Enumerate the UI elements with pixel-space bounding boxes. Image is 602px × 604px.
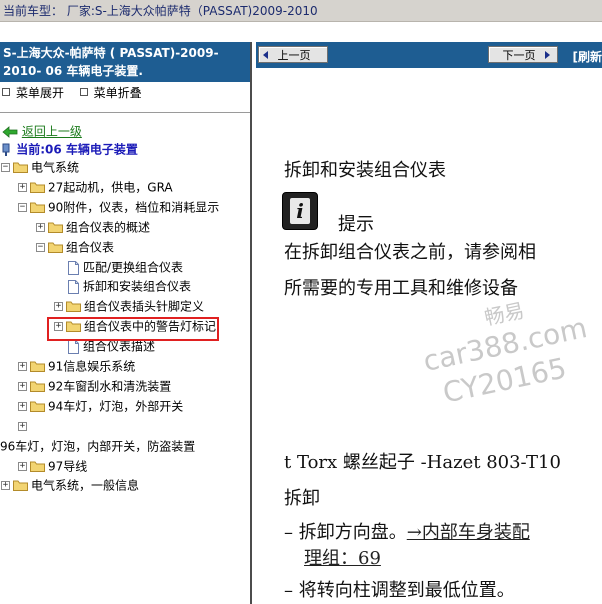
- menu-controls: 菜单展开 菜单折叠: [0, 82, 250, 104]
- tree-item-label: 96车灯，灯泡，内部开关，防盗装置: [0, 439, 196, 454]
- tree-item-label: 91信息娱乐系统: [48, 359, 136, 374]
- selected-item-highlight: [47, 317, 219, 341]
- expand-toggle-icon[interactable]: +: [18, 183, 27, 192]
- back-link-label: 返回上一级: [21, 124, 82, 139]
- next-arrow-icon: [545, 51, 550, 59]
- tree-item-label: 电气系统: [31, 160, 80, 175]
- next-page-button[interactable]: 下一页: [488, 46, 558, 63]
- current-vehicle-text: 当前车型： 厂家:S-上海大众帕萨特（PASSAT)2009-2010: [3, 4, 318, 18]
- panel-header: S-上海大众-帕萨特 ( PASSAT)-2009-2010- 06 车辆电子装…: [0, 42, 250, 82]
- folder-icon: [30, 361, 45, 372]
- step-1-link[interactable]: →内部车身装配: [407, 522, 530, 543]
- back-link[interactable]: 返回上一级: [2, 122, 82, 140]
- folder-icon: [13, 162, 28, 173]
- menu-expand-button[interactable]: 菜单展开: [16, 86, 64, 100]
- tree-item[interactable]: 拆卸和安装组合仪表: [54, 277, 191, 295]
- tip-label: 提示: [338, 214, 374, 235]
- expand-icon: [2, 88, 10, 96]
- expand-toggle-icon[interactable]: +: [18, 422, 27, 431]
- menu-collapse-button[interactable]: 菜单折叠: [94, 86, 142, 100]
- tree-item[interactable]: − 电气系统: [1, 158, 79, 176]
- tree-item[interactable]: + 电气系统，一般信息: [1, 476, 139, 494]
- prev-arrow-icon: [263, 51, 268, 59]
- document-icon: [68, 260, 79, 275]
- expand-toggle-icon[interactable]: +: [18, 362, 27, 371]
- tree-item[interactable]: +94车灯，灯泡，外部开关: [18, 397, 183, 415]
- tree-item-label: 90附件，仪表，档位和消耗显示: [48, 200, 220, 215]
- tree-item-label: 组合仪表插头针脚定义: [84, 299, 205, 314]
- folder-icon: [30, 202, 45, 213]
- tree-item-label: 97导线: [48, 459, 88, 474]
- tree-item-label: 匹配/更换组合仪表: [83, 260, 184, 275]
- current-node: 当前:06 车辆电子装置: [0, 140, 138, 158]
- vehicle-info-bar: 当前车型： 厂家:S-上海大众帕萨特（PASSAT)2009-2010: [0, 0, 602, 22]
- content-panel: 上一页 下一页 [刷新 拆卸和安装组合仪表 i 提示 在拆卸组合仪表之前，请参阅…: [256, 42, 602, 604]
- tree-item[interactable]: + 组合仪表插头针脚定义: [54, 297, 204, 315]
- tree-item[interactable]: − 90附件，仪表，档位和消耗显示: [18, 198, 219, 216]
- navigation-panel: S-上海大众-帕萨特 ( PASSAT)-2009-2010- 06 车辆电子装…: [0, 42, 252, 604]
- collapse-toggle-icon[interactable]: −: [36, 243, 45, 252]
- tree-item[interactable]: +: [18, 417, 28, 435]
- info-icon: i: [282, 192, 318, 230]
- step-1-text: – 拆卸方向盘。: [284, 522, 407, 543]
- divider: [0, 112, 250, 113]
- expand-toggle-icon[interactable]: +: [18, 382, 27, 391]
- back-arrow-icon: [2, 125, 18, 138]
- pin-icon: [2, 143, 10, 156]
- folder-icon: [30, 381, 45, 392]
- refresh-button[interactable]: [刷新: [573, 48, 602, 65]
- step-2: – 将转向柱调整到最低位置。: [284, 580, 515, 601]
- tree-item[interactable]: − 组合仪表: [36, 238, 114, 256]
- expand-toggle-icon[interactable]: +: [18, 462, 27, 471]
- tree-item[interactable]: +97导线: [18, 457, 87, 475]
- document-icon: [68, 279, 79, 294]
- folder-icon: [30, 182, 45, 193]
- tip-line-2: 所需要的专用工具和维修设备: [284, 278, 518, 299]
- prev-page-button[interactable]: 上一页: [258, 46, 328, 63]
- tree-item-label: 27起动机，供电，GRA: [48, 180, 173, 195]
- step-1-link-2[interactable]: 理组：69: [304, 548, 381, 569]
- folder-icon: [66, 301, 81, 312]
- tree-item[interactable]: 96车灯，灯泡，内部开关，防盗装置: [0, 437, 195, 455]
- tree-item-label: 组合仪表的概述: [66, 220, 151, 235]
- tree-item-label: 拆卸和安装组合仪表: [83, 279, 192, 294]
- tree-item[interactable]: +27起动机，供电，GRA: [18, 178, 173, 196]
- expand-toggle-icon[interactable]: +: [1, 481, 10, 490]
- collapse-icon: [79, 88, 88, 96]
- collapse-toggle-icon[interactable]: −: [1, 163, 10, 172]
- tree-item[interactable]: + 组合仪表的概述: [36, 218, 150, 236]
- expand-toggle-icon[interactable]: +: [54, 302, 63, 311]
- section-remove: 拆卸: [284, 488, 320, 509]
- folder-icon: [13, 480, 28, 491]
- folder-icon: [30, 461, 45, 472]
- tree-item[interactable]: +92车窗刮水和清洗装置: [18, 377, 171, 395]
- doc-title: 拆卸和安装组合仪表: [284, 160, 446, 181]
- folder-icon: [48, 242, 63, 253]
- tree-item[interactable]: +91信息娱乐系统: [18, 357, 135, 375]
- tree-item-label: 电气系统，一般信息: [31, 478, 140, 493]
- document-icon: [68, 339, 79, 354]
- tree-item-label: 94车灯，灯泡，外部开关: [48, 399, 184, 414]
- step-1: – 拆卸方向盘。→内部车身装配: [284, 518, 530, 544]
- folder-icon: [30, 401, 45, 412]
- step-1-link-cont: 理组：69: [304, 544, 381, 570]
- tool-line: t Torx 螺丝起子 -Hazet 803-T10: [284, 452, 561, 473]
- collapse-toggle-icon[interactable]: −: [18, 203, 27, 212]
- tip-line-1: 在拆卸组合仪表之前，请参阅相: [284, 242, 536, 263]
- expand-toggle-icon[interactable]: +: [18, 402, 27, 411]
- tree-item[interactable]: 匹配/更换组合仪表: [54, 258, 183, 276]
- folder-icon: [48, 222, 63, 233]
- expand-toggle-icon[interactable]: +: [36, 223, 45, 232]
- tree-item-label: 组合仪表描述: [83, 339, 156, 354]
- tree-item-label: 92车窗刮水和清洗装置: [48, 379, 172, 394]
- current-node-label: 当前:06 车辆电子装置: [16, 142, 138, 157]
- tree-item-label: 组合仪表: [66, 240, 115, 255]
- page-nav-bar: 上一页 下一页 [刷新: [256, 42, 602, 68]
